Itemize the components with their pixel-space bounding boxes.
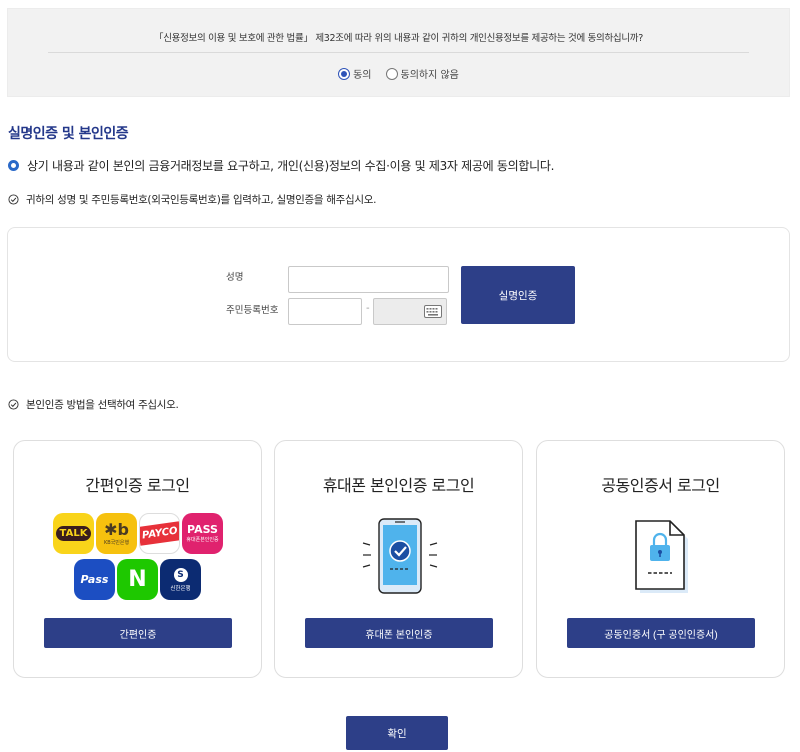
- instruction-realname: 귀하의 성명 및 주민등록번호(외국인등록번호)를 입력하고, 실명인증을 해주…: [8, 192, 376, 207]
- phone-auth-title: 휴대폰 본인인증 로그인: [322, 476, 475, 495]
- certificate-lock-icon: [635, 520, 688, 593]
- certificate-auth-title: 공동인증서 로그인: [601, 476, 720, 495]
- shinhan-bank-mark: S: [173, 567, 188, 582]
- shinhan-bank-name: 신한은행: [170, 585, 191, 592]
- smartphone-check-icon: [362, 518, 438, 594]
- divider: [48, 52, 749, 53]
- confirm-button[interactable]: 확인: [346, 716, 448, 750]
- resident-number-back-input[interactable]: [373, 298, 447, 325]
- resident-number-label: 주민등록번호: [226, 305, 279, 316]
- resident-number-separator: -: [366, 303, 370, 314]
- kb-bank-icon: ✱b KB국민은행: [96, 513, 137, 554]
- kb-bank-mark: ✱b: [104, 519, 129, 539]
- instruction-auth-method: 본인인증 방법을 선택하여 주십시오.: [8, 397, 179, 412]
- simple-auth-title: 간편인증 로그인: [85, 476, 190, 495]
- consent-statement: 상기 내용과 같이 본인의 금융거래정보를 요구하고, 개인(신용)정보의 수집…: [8, 157, 554, 174]
- radio-agree-label: 동의: [353, 70, 372, 81]
- naver-icon: N: [117, 559, 158, 600]
- realname-form: 성명 주민등록번호 - 실명인증: [7, 227, 790, 362]
- check-circle-icon: [8, 399, 19, 410]
- consent-statement-text: 상기 내용과 같이 본인의 금융거래정보를 요구하고, 개인(신용)정보의 수집…: [27, 159, 555, 173]
- payco-icon: PAYCO: [139, 513, 180, 554]
- pass-icon: PASS 휴대폰본인인증: [182, 513, 223, 554]
- consent-question: 「신용정보의 이용 및 보호에 관한 법률」 제32조에 따라 위의 내용과 같…: [154, 33, 643, 44]
- radio-disagree-indicator[interactable]: [385, 67, 398, 80]
- kakaotalk-icon-text: TALK: [55, 526, 92, 541]
- section-title: 실명인증 및 본인인증: [8, 126, 129, 142]
- kakaotalk-icon: TALK: [53, 513, 94, 554]
- instruction-auth-method-text: 본인인증 방법을 선택하여 주십시오.: [26, 399, 179, 411]
- kb-bank-name: KB국민은행: [103, 539, 130, 546]
- phone-auth-card: 휴대폰 본인인증 로그인 휴대폰 본인인증: [274, 440, 523, 678]
- realname-verify-button[interactable]: 실명인증: [461, 266, 575, 324]
- certificate-auth-card: 공동인증서 로그인 공동인증서 (구 공인인증서): [536, 440, 785, 678]
- radio-agree[interactable]: 동의: [338, 66, 372, 81]
- radio-disagree-label: 동의하지 않음: [400, 70, 459, 81]
- keyboard-icon[interactable]: [424, 305, 442, 318]
- certificate-auth-button[interactable]: 공동인증서 (구 공인인증서): [567, 618, 755, 648]
- phone-auth-button[interactable]: 휴대폰 본인인증: [305, 618, 493, 648]
- name-label: 성명: [226, 272, 244, 283]
- instruction-realname-text: 귀하의 성명 및 주민등록번호(외국인등록번호)를 입력하고, 실명인증을 해주…: [26, 194, 377, 206]
- check-circle-icon: [8, 194, 19, 205]
- simple-auth-button[interactable]: 간편인증: [44, 618, 232, 648]
- simple-auth-card: 간편인증 로그인 TALK ✱b KB국민은행 PAYCO PASS 휴대폰본인…: [13, 440, 262, 678]
- bullet-icon: [8, 160, 19, 171]
- pass-icon-subtext: 휴대폰본인인증: [186, 537, 219, 543]
- resident-number-front-input[interactable]: [288, 298, 362, 325]
- name-input[interactable]: [288, 266, 449, 293]
- radio-disagree[interactable]: 동의하지 않음: [385, 66, 459, 81]
- payco-icon-text: PAYCO: [140, 521, 179, 546]
- samsung-pass-icon-text: Pass: [80, 573, 109, 586]
- naver-icon-text: N: [128, 567, 147, 592]
- shinhan-bank-icon: S 신한은행: [160, 559, 201, 600]
- radio-agree-indicator[interactable]: [338, 67, 351, 80]
- pass-icon-text: PASS: [187, 523, 218, 536]
- consent-box: 「신용정보의 이용 및 보호에 관한 법률」 제32조에 따라 위의 내용과 같…: [7, 8, 790, 97]
- samsung-pass-icon: Pass: [74, 559, 115, 600]
- consent-options: 동의 동의하지 않음: [8, 66, 789, 81]
